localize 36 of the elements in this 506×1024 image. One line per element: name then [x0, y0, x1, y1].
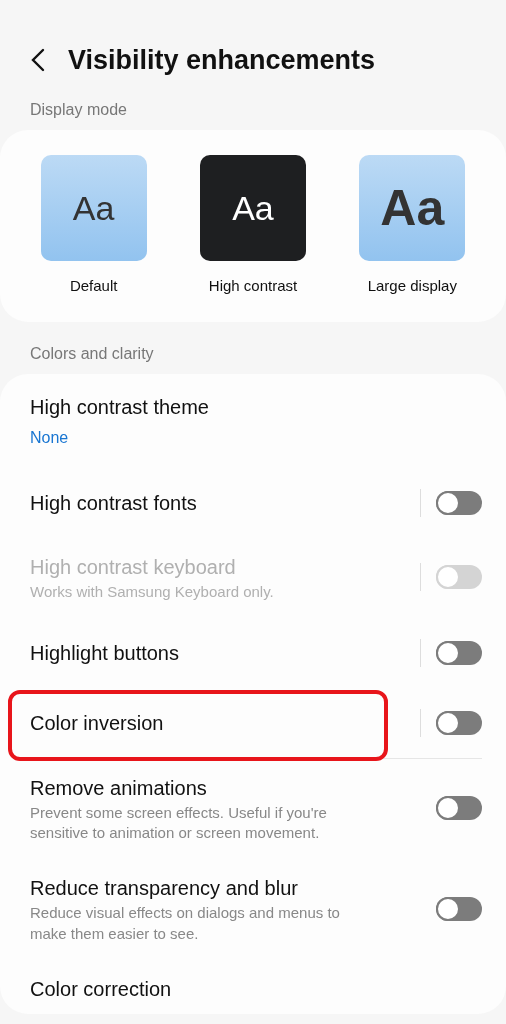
setting-row[interactable]: Remove animations Prevent some screen effects. Useful if you're sensitive to animation or screen movement.: [30, 758, 482, 860]
page-title: Visibility enhancements: [68, 43, 376, 77]
setting-row[interactable]: Color correction: [30, 959, 482, 1010]
setting-description: Reduce visual effects on dialogs and menus to make them easier to see.: [30, 903, 341, 944]
display-mode-option[interactable]: Aa Default: [23, 155, 164, 298]
setting-row[interactable]: High contrast theme None: [30, 379, 482, 468]
setting-title: Remove animations: [30, 775, 208, 801]
setting-row[interactable]: Reduce transparency and blur Reduce visual effects on dialogs and menus to make them easier to see.: [30, 859, 482, 960]
setting-title: High contrast theme: [30, 394, 210, 420]
setting-title: High contrast fonts: [30, 490, 198, 516]
section-label: Colors and clarity: [29, 343, 155, 364]
toggle-switch[interactable]: [436, 896, 482, 921]
toggle-switch[interactable]: [436, 640, 482, 665]
setting-title: Color inversion: [30, 710, 165, 736]
setting-title: Reduce transparency and blur: [30, 876, 299, 902]
option-label: Large display: [367, 276, 457, 296]
setting-title: Color correction: [30, 976, 173, 1002]
setting-row[interactable]: High contrast fonts: [30, 467, 482, 538]
toggle-switch[interactable]: [436, 710, 482, 735]
setting-row[interactable]: Highlight buttons: [30, 617, 482, 688]
setting-description: Prevent some screen effects. Useful if you're sensitive to animation or screen movement.: [30, 802, 328, 843]
display-mode-option[interactable]: Aa Large display: [342, 155, 483, 298]
option-label: High contrast: [208, 276, 298, 296]
setting-title: Highlight buttons: [30, 640, 180, 666]
setting-title: High contrast keyboard: [30, 554, 237, 580]
preview-text: Aa: [380, 178, 445, 238]
toggle-switch[interactable]: [436, 796, 482, 820]
toggle-switch[interactable]: [436, 490, 482, 515]
preview-text: Aa: [232, 187, 274, 229]
setting-value: None: [30, 427, 70, 448]
setting-description: Works with Samsung Keyboard only.: [30, 581, 275, 602]
section-label: Display mode: [29, 100, 128, 120]
setting-row[interactable]: Color inversion: [30, 687, 482, 759]
option-label: Default: [69, 276, 118, 296]
preview-text: Aa: [72, 187, 115, 229]
display-mode-option[interactable]: Aa High contrast: [183, 155, 323, 298]
